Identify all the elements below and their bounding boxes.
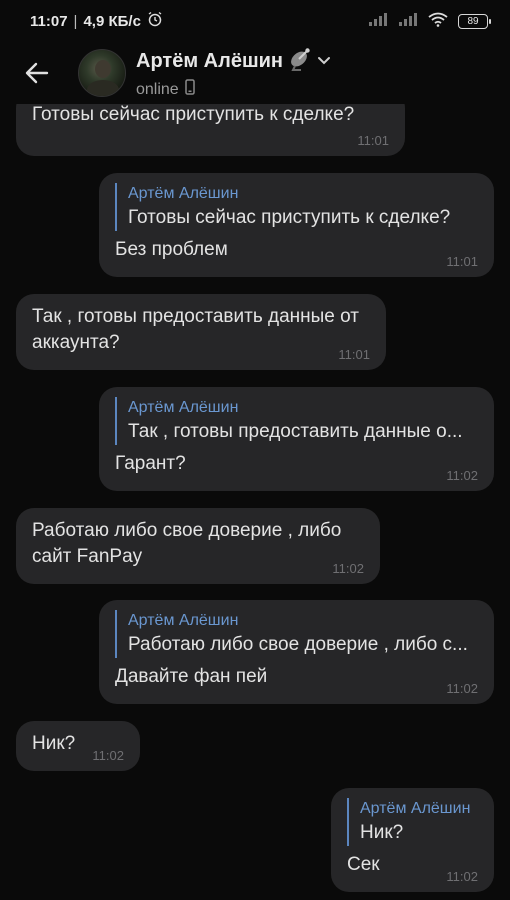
message-time: 11:01 [338, 347, 370, 362]
message-bubble-outgoing[interactable]: Артём Алёшин Так , готовы предоставить д… [99, 387, 494, 491]
message-text: Готовы сейчас приступить к сделке? [32, 104, 355, 125]
arrow-left-icon [25, 62, 49, 84]
reply-author: Артём Алёшин [128, 399, 239, 416]
status-time: 11:07 [30, 12, 68, 30]
message-list[interactable]: Готовы сейчас приступить к сделке? 11:01… [0, 104, 510, 900]
satellite-icon [287, 46, 313, 77]
message-text: Гарант? [115, 453, 186, 474]
reply-author: Артём Алёшин [128, 185, 239, 202]
alarm-icon [147, 11, 163, 31]
message-text: Работаю либо свое доверие , либо сайт Fa… [32, 520, 342, 567]
message-bubble-outgoing[interactable]: Артём Алёшин Готовы сейчас приступить к … [99, 173, 494, 277]
status-net-speed: 4,9 КБ/с [83, 12, 141, 30]
signal-icon [368, 12, 388, 30]
chevron-down-icon[interactable] [317, 53, 331, 71]
status-bar: 11:07 | 4,9 КБ/с 89 [0, 0, 510, 42]
reply-text: Так , готовы предоставить данные о... [128, 421, 463, 442]
online-status: online [136, 80, 179, 98]
status-separator: | [73, 12, 78, 30]
message-text: Без проблем [115, 239, 228, 260]
battery-level: 89 [467, 15, 479, 27]
message-text: Так , готовы предоставить данные от акка… [32, 306, 360, 353]
message-bubble-incoming[interactable]: Работаю либо свое доверие , либо сайт Fa… [16, 508, 380, 584]
message-bubble-outgoing[interactable]: Артём Алёшин Ник? Сек 11:02 [331, 788, 494, 892]
mobile-icon [184, 79, 195, 100]
chat-header: Артём Алёшин online [0, 42, 510, 104]
reply-quote[interactable]: Артём Алёшин Ник? [347, 798, 478, 846]
reply-quote[interactable]: Артём Алёшин Работаю либо свое доверие ,… [115, 610, 478, 658]
message-time: 11:02 [332, 561, 364, 576]
chat-title: Артём Алёшин [136, 50, 283, 72]
chat-title-block[interactable]: Артём Алёшин online [136, 46, 331, 100]
message-time: 11:02 [446, 869, 478, 884]
reply-text: Готовы сейчас приступить к сделке? [128, 207, 451, 228]
message-time: 11:02 [92, 748, 124, 763]
signal-icon-2 [398, 12, 418, 30]
battery-icon: 89 [458, 13, 491, 29]
reply-author: Артём Алёшин [128, 612, 239, 629]
message-time: 11:02 [446, 681, 478, 696]
message-bubble-incoming[interactable]: Так , готовы предоставить данные от акка… [16, 294, 386, 370]
wifi-icon [428, 12, 448, 31]
reply-text: Работаю либо свое доверие , либо с... [128, 634, 468, 655]
message-bubble-incoming[interactable]: Готовы сейчас приступить к сделке? 11:01 [16, 104, 405, 156]
back-button[interactable] [0, 42, 74, 104]
message-time: 11:01 [357, 133, 389, 148]
message-time: 11:01 [446, 254, 478, 269]
avatar[interactable] [78, 49, 126, 97]
reply-text: Ник? [360, 822, 404, 843]
reply-quote[interactable]: Артём Алёшин Так , готовы предоставить д… [115, 397, 478, 445]
reply-author: Артём Алёшин [360, 800, 471, 817]
message-bubble-outgoing[interactable]: Артём Алёшин Работаю либо свое доверие ,… [99, 600, 494, 704]
reply-quote[interactable]: Артём Алёшин Готовы сейчас приступить к … [115, 183, 478, 231]
message-time: 11:02 [446, 468, 478, 483]
message-text: Давайте фан пей [115, 666, 268, 687]
message-bubble-incoming[interactable]: Ник? 11:02 [16, 721, 140, 771]
